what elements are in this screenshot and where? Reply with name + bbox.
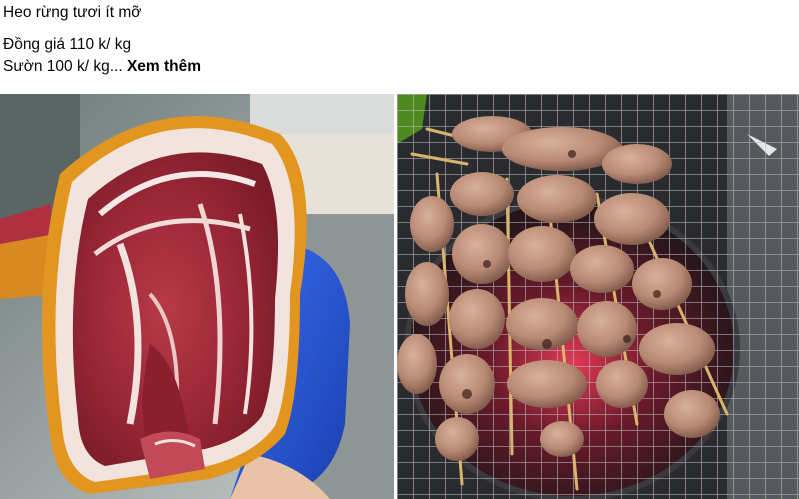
facebook-post: Heo rừng tươi ít mỡ Đồng giá 110 k/ kg S…: [0, 0, 799, 499]
post-line-ribs: Sườn 100 k/ kg... Xem thêm: [3, 56, 201, 78]
see-more-link[interactable]: Xem thêm: [127, 58, 201, 75]
post-line-ribs-text: Sườn 100 k/ kg...: [3, 58, 127, 75]
photo-grid: [0, 94, 799, 499]
photo-grilled-skewers[interactable]: [397, 94, 799, 499]
photo-raw-pork[interactable]: [0, 94, 394, 499]
raw-pork-image: [0, 94, 394, 499]
post-line-title: Heo rừng tươi ít mỡ: [3, 4, 142, 21]
post-line-price: Đồng giá 110 k/ kg: [3, 36, 132, 53]
grilled-skewers-image: [397, 94, 799, 499]
post-text: Heo rừng tươi ít mỡ Đồng giá 110 k/ kg S…: [3, 0, 201, 78]
